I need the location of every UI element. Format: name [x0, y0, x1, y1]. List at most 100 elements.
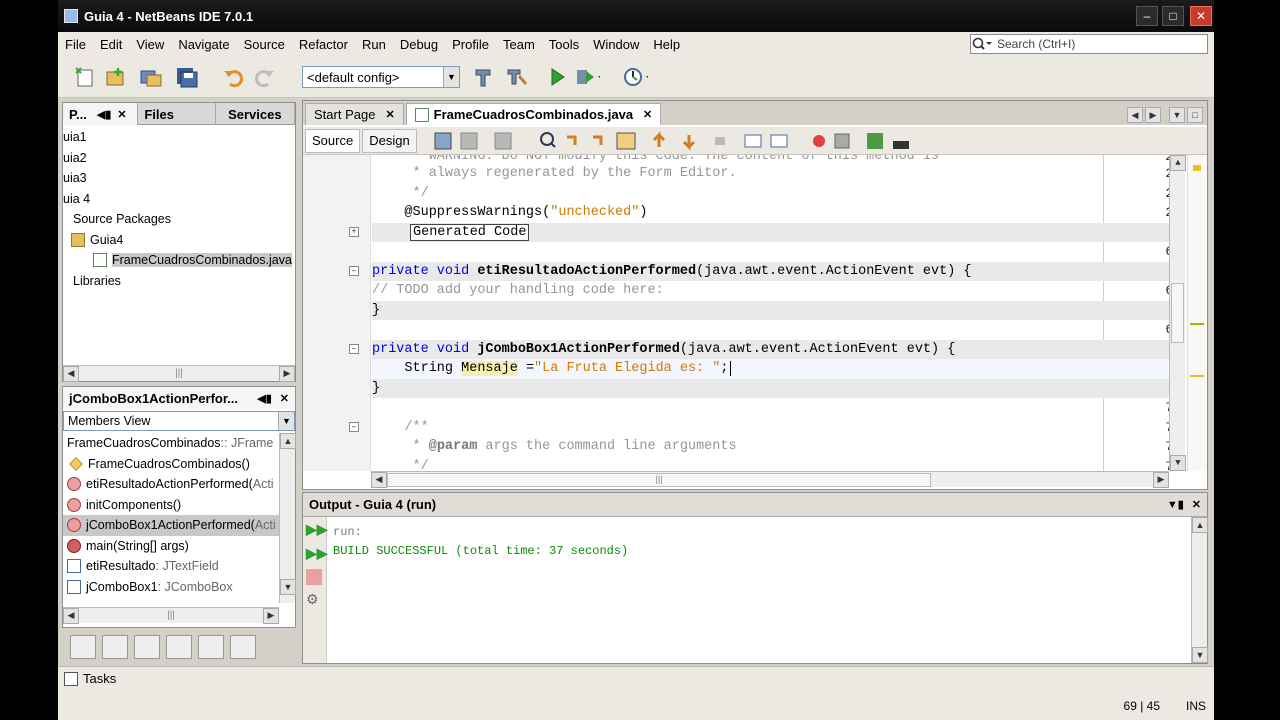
scroll-down-icon[interactable]: ▼ — [1192, 647, 1208, 663]
close-button[interactable]: ✕ — [1190, 6, 1212, 26]
tree-item-java-file[interactable]: FrameCuadrosCombinados.java — [63, 250, 295, 271]
minimize-button[interactable]: – — [1136, 6, 1158, 26]
build-icon[interactable] — [470, 64, 496, 90]
maximize-button[interactable]: □ — [1162, 6, 1184, 26]
menu-refactor[interactable]: Refactor — [292, 37, 355, 52]
tasks-button[interactable]: Tasks — [64, 671, 116, 686]
new-file-icon[interactable] — [72, 64, 98, 90]
settings-icon[interactable]: ⚙ — [306, 591, 324, 609]
menu-debug[interactable]: Debug — [393, 37, 445, 52]
tree-item-guia2[interactable]: uia2 — [63, 148, 295, 169]
scroll-down-icon[interactable]: ▼ — [280, 579, 296, 595]
expand-fold-icon[interactable]: + — [349, 227, 359, 237]
menu-edit[interactable]: Edit — [93, 37, 129, 52]
run-icon[interactable] — [544, 64, 570, 90]
tab-projects[interactable]: P... ◀▮ ✕ — [63, 103, 139, 125]
show-fqn-icon[interactable] — [198, 635, 224, 659]
editor-vscrollbar[interactable]: ▲ ▼ — [1169, 155, 1186, 471]
minimize-panel-icon[interactable]: ◀▮ — [257, 392, 272, 405]
sort-icon[interactable] — [230, 635, 256, 659]
close-icon[interactable]: ✕ — [1192, 498, 1201, 511]
scroll-left-icon[interactable]: ◀ — [371, 471, 387, 488]
show-fields-icon[interactable] — [102, 635, 128, 659]
menu-source[interactable]: Source — [237, 37, 292, 52]
editor-hscrollbar[interactable]: ◀ ||| ▶ — [371, 471, 1169, 488]
scroll-left-icon[interactable]: ◀ — [63, 365, 79, 382]
list-item[interactable]: jComboBox1 : JComboBox — [63, 577, 279, 598]
new-project-icon[interactable] — [102, 64, 128, 90]
projects-hscrollbar[interactable]: ◀ ||| ▶ — [63, 365, 295, 382]
menu-run[interactable]: Run — [355, 37, 393, 52]
scroll-left-icon[interactable]: ◀ — [63, 607, 79, 624]
debug-icon[interactable] — [574, 64, 600, 90]
redo-icon[interactable] — [252, 64, 278, 90]
output-menu-icon[interactable]: ▼▮ — [1167, 498, 1184, 511]
close-icon[interactable]: ✕ — [643, 108, 652, 121]
scroll-up-icon[interactable]: ▲ — [1192, 517, 1208, 533]
menu-help[interactable]: Help — [646, 37, 687, 52]
members-vscrollbar[interactable]: ▲ ▼ — [279, 433, 296, 603]
list-item[interactable]: main(String[] args) — [63, 536, 279, 557]
tree-item-source-packages[interactable]: Source Packages — [63, 209, 295, 230]
tab-services[interactable]: Services — [216, 103, 295, 125]
show-non-public-icon[interactable] — [166, 635, 192, 659]
menu-view[interactable]: View — [129, 37, 171, 52]
profile-icon[interactable] — [622, 64, 648, 90]
editor-actions-icons[interactable] — [431, 129, 1031, 153]
save-all-icon[interactable] — [174, 64, 200, 90]
minimize-panel-icon[interactable]: ◀▮ — [97, 108, 112, 121]
list-item[interactable]: etiResultado : JTextField — [63, 556, 279, 577]
collapse-fold-icon[interactable]: – — [349, 266, 359, 276]
tree-item-libraries[interactable]: Libraries — [63, 271, 295, 292]
close-icon[interactable]: ✕ — [117, 108, 126, 121]
source-view-button[interactable]: Source — [305, 128, 361, 153]
output-vscrollbar[interactable]: ▲ ▼ — [1191, 517, 1208, 663]
config-select[interactable]: <default config> ▼ — [302, 66, 460, 88]
show-inherited-icon[interactable] — [70, 635, 96, 659]
members-view-select[interactable]: Members View ▼ — [63, 411, 295, 431]
rerun-with-params-icon[interactable]: ▶▶ — [306, 545, 328, 563]
scroll-right-icon[interactable]: ▶ — [263, 607, 279, 624]
menu-window[interactable]: Window — [586, 37, 646, 52]
close-icon[interactable]: ✕ — [385, 108, 394, 121]
scroll-tabs-left-icon[interactable]: ◀ — [1127, 107, 1143, 123]
menu-tools[interactable]: Tools — [542, 37, 586, 52]
scroll-right-icon[interactable]: ▶ — [279, 365, 295, 382]
menu-file[interactable]: File — [58, 37, 93, 52]
document-list-icon[interactable]: ▼ — [1169, 107, 1185, 123]
tree-item-guia4[interactable]: uia 4 — [63, 189, 295, 210]
tab-java-file[interactable]: FrameCuadrosCombinados.java ✕ — [405, 103, 662, 125]
list-item-selected[interactable]: jComboBox1ActionPerformed(Acti — [63, 515, 279, 536]
list-item[interactable]: FrameCuadrosCombinados() — [63, 454, 279, 475]
collapse-fold-icon[interactable]: – — [349, 344, 359, 354]
scroll-up-icon[interactable]: ▲ — [1170, 155, 1186, 171]
close-icon[interactable]: ✕ — [280, 392, 289, 405]
rerun-icon[interactable]: ▶▶ — [306, 521, 328, 539]
tree-item-guia1[interactable]: uia1 — [63, 127, 295, 148]
search-input[interactable]: Search (Ctrl+I) — [970, 34, 1208, 54]
clean-build-icon[interactable] — [504, 64, 530, 90]
collapse-fold-icon[interactable]: – — [349, 422, 359, 432]
list-item[interactable]: etiResultadoActionPerformed(Acti — [63, 474, 279, 495]
tree-item-package-guia4[interactable]: Guia4 — [63, 230, 295, 251]
scroll-down-icon[interactable]: ▼ — [1170, 455, 1186, 471]
error-stripe[interactable] — [1187, 155, 1207, 471]
scroll-tabs-right-icon[interactable]: ▶ — [1145, 107, 1161, 123]
tree-item-guia3[interactable]: uia3 — [63, 168, 295, 189]
maximize-editor-icon[interactable]: □ — [1187, 107, 1203, 123]
open-project-icon[interactable] — [138, 64, 164, 90]
members-hscrollbar[interactable]: ◀ ||| ▶ — [63, 607, 279, 624]
design-view-button[interactable]: Design — [362, 128, 417, 153]
menu-team[interactable]: Team — [496, 37, 542, 52]
scroll-right-icon[interactable]: ▶ — [1153, 471, 1169, 488]
menu-profile[interactable]: Profile — [445, 37, 496, 52]
menu-navigate[interactable]: Navigate — [171, 37, 236, 52]
tab-navigator[interactable]: jComboBox1ActionPerfor... ◀▮ ✕ — [63, 387, 295, 409]
show-static-icon[interactable] — [134, 635, 160, 659]
scroll-up-icon[interactable]: ▲ — [280, 433, 296, 449]
tab-files[interactable]: Files — [138, 103, 216, 125]
list-item[interactable]: FrameCuadrosCombinados :: JFrame — [63, 433, 279, 454]
list-item[interactable]: initComponents() — [63, 495, 279, 516]
code-area[interactable]: 26 27 28 29 30 63 64 65 66 67 68 69 70 7… — [303, 155, 1207, 471]
undo-icon[interactable] — [220, 64, 246, 90]
